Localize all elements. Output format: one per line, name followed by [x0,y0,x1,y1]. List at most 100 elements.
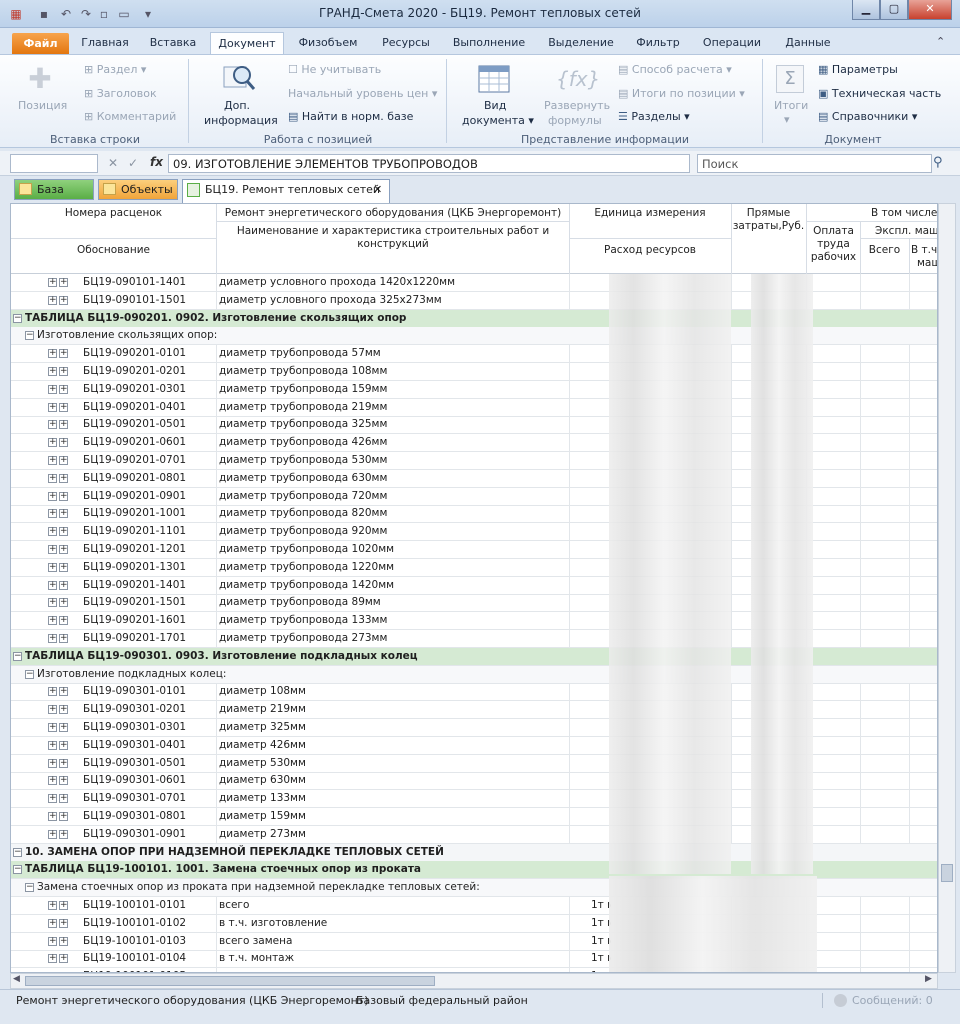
expand-icon[interactable]: + [59,740,68,750]
expand-icon[interactable]: + [48,936,57,946]
ignore-button[interactable]: ☐ Не учитывать [288,63,381,76]
add-info-label-2[interactable]: информация [204,114,278,127]
totals-dropdown-icon[interactable]: ▾ [784,113,790,126]
expand-icon[interactable]: + [59,384,68,394]
scroll-left-icon[interactable]: ◀ [13,974,20,984]
header-name[interactable]: Наименование и характеристика строительн… [217,225,569,251]
expand-icon[interactable]: + [48,420,57,430]
tab-resources[interactable]: Ресурсы [372,34,440,54]
header-incl-2[interactable]: маш [917,257,937,270]
position-button[interactable]: Позиция [18,99,67,112]
expand-icon[interactable]: + [59,420,68,430]
header-total[interactable]: Всего [860,244,909,257]
header-including[interactable]: В том числе [871,207,937,220]
expand-icon[interactable]: + [59,473,68,483]
expand-icon[interactable]: + [59,918,68,928]
expand-icon[interactable]: + [48,438,57,448]
totals-position-button[interactable]: ▤ Итоги по позиции ▾ [618,87,745,100]
section-button[interactable]: ⊞ Раздел ▾ [84,63,146,76]
tab-execution[interactable]: Выполнение [446,34,532,54]
expand-icon[interactable]: + [48,509,57,519]
price-level-button[interactable]: Начальный уровень цен ▾ [288,87,437,100]
expand-icon[interactable]: + [48,740,57,750]
tab-file[interactable]: Файл [12,33,69,54]
expand-icon[interactable]: + [48,634,57,643]
expand-icon[interactable]: + [59,527,68,537]
comment-button[interactable]: ⊞ Комментарий [84,110,176,123]
expand-icon[interactable]: + [59,705,68,715]
vertical-scroll-thumb[interactable] [941,864,953,882]
collapse-icon[interactable]: − [13,651,22,661]
expand-icon[interactable]: + [59,402,68,412]
tab-home[interactable]: Главная [74,34,136,54]
header-machines[interactable]: Экспл. маш [875,225,937,238]
tab-document[interactable]: Документ [210,32,284,55]
status-messages[interactable]: Сообщений: 0 [852,990,933,1011]
expand-icon[interactable]: + [48,580,57,590]
horizontal-scrollbar[interactable]: ◀ ▶ [10,973,938,989]
expand-icon[interactable]: + [59,509,68,519]
tab-filter[interactable]: Фильтр [628,34,688,54]
expand-icon[interactable]: + [48,812,57,821]
expand-icon[interactable]: + [48,776,57,786]
header-wage-2[interactable]: труда [807,238,860,251]
header-unit[interactable]: Единица измерения [569,207,731,220]
confirm-edit-icon[interactable]: ✓ [128,156,138,170]
params-button[interactable]: ▦ Параметры [818,63,898,76]
expand-icon[interactable]: + [59,438,68,448]
expand-icon[interactable]: + [48,349,57,359]
expand-icon[interactable]: + [48,278,57,287]
expand-icon[interactable]: + [59,580,68,590]
tab-objects[interactable]: Объекты [98,179,178,200]
expand-icon[interactable]: + [59,562,68,572]
find-base-button[interactable]: ▤ Найти в норм. базе [288,110,413,123]
expand-icon[interactable]: + [48,954,57,964]
tab-selection[interactable]: Выделение [540,34,622,54]
expand-icon[interactable]: + [59,456,68,465]
doc-view-label[interactable]: Вид [484,99,506,112]
tab-physvolume[interactable]: Физобъем [288,34,368,54]
heading-button[interactable]: ⊞ Заголовок [84,87,157,100]
expand-icon[interactable]: + [48,758,57,768]
header-direct[interactable]: Прямые [731,207,806,220]
header-wage[interactable]: Оплата [807,225,860,238]
tab-operations[interactable]: Операции [694,34,770,54]
expand-icon[interactable]: + [59,598,68,608]
header-consumption[interactable]: Расход ресурсов [569,244,731,257]
header-wage-3[interactable]: рабочих [807,251,860,264]
expand-icon[interactable]: + [59,295,68,305]
header-codes[interactable]: Номера расценок [11,207,216,220]
expand-icon[interactable]: + [59,954,68,964]
expand-icon[interactable]: + [59,794,68,804]
tab-insert[interactable]: Вставка [140,34,206,54]
expand-icon[interactable]: + [48,616,57,626]
expand-icon[interactable]: + [59,936,68,946]
totals-button[interactable]: Итоги [774,99,808,112]
expand-formulas-label-2[interactable]: формулы [548,114,602,127]
minimize-button[interactable]: ▁ [852,0,880,20]
header-incl[interactable]: В т.ч [911,244,937,257]
expand-icon[interactable]: + [59,901,68,910]
doc-view-button[interactable]: документа ▾ [462,114,534,127]
expand-icon[interactable]: + [59,776,68,786]
maximize-button[interactable]: ▢ [880,0,908,20]
expand-icon[interactable]: + [59,491,68,501]
expand-icon[interactable]: + [48,901,57,910]
expand-icon[interactable]: + [48,598,57,608]
header-direct-2[interactable]: затраты,Руб. [731,220,806,233]
expand-icon[interactable]: + [59,349,68,359]
vertical-scrollbar[interactable] [938,203,956,973]
expand-icon[interactable]: + [48,473,57,483]
tab-data[interactable]: Данные [778,34,838,54]
collapse-icon[interactable]: − [25,883,34,893]
close-window-button[interactable]: ✕ [908,0,952,20]
expand-icon[interactable]: + [48,384,57,394]
expand-icon[interactable]: + [48,705,57,715]
expand-icon[interactable]: + [48,918,57,928]
refs-button[interactable]: ▤ Справочники ▾ [818,110,917,123]
collapse-icon[interactable]: − [13,847,22,857]
expand-icon[interactable]: + [48,295,57,305]
expand-icon[interactable]: + [48,723,57,732]
expand-icon[interactable]: + [48,687,57,697]
collapse-icon[interactable]: − [13,865,22,875]
